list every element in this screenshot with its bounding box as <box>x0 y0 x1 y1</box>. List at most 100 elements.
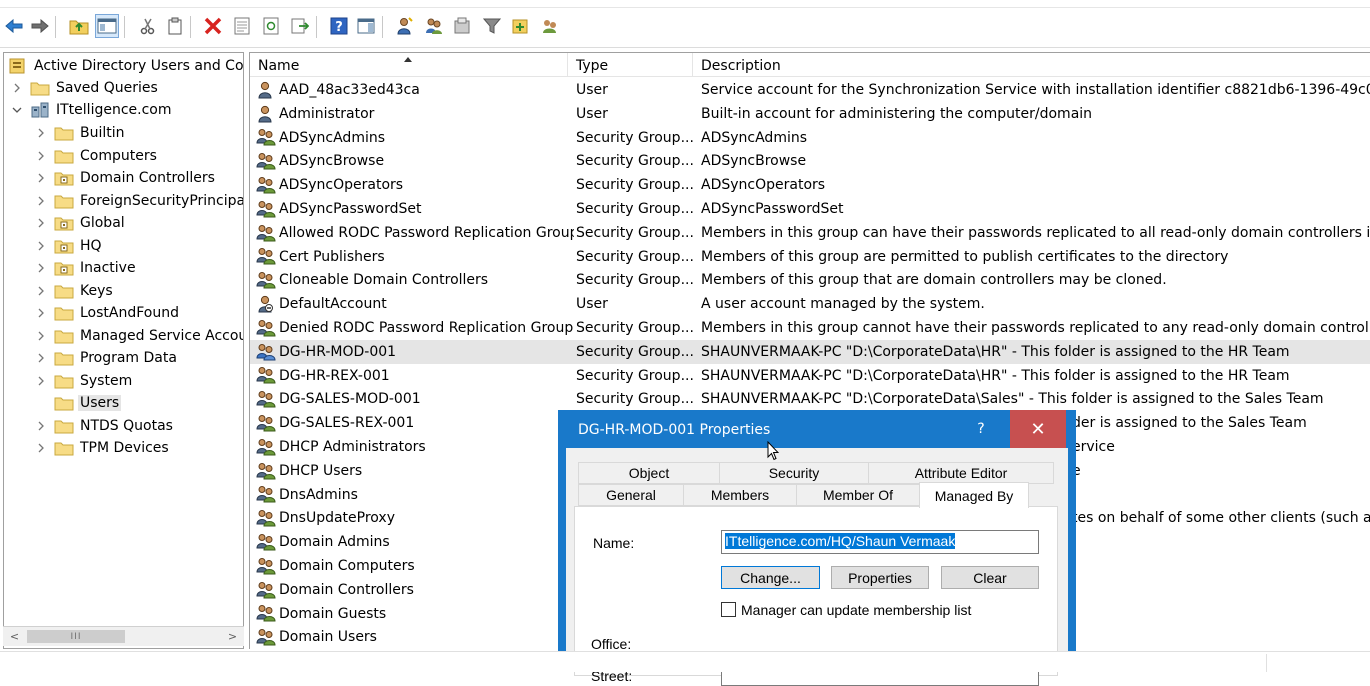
tree-item-keys[interactable]: Keys <box>34 280 243 302</box>
delete-button[interactable] <box>202 15 224 37</box>
find-button[interactable] <box>539 15 561 37</box>
chevron-right-icon[interactable] <box>34 239 48 253</box>
tree-horizontal-scrollbar[interactable]: < III > <box>3 626 244 646</box>
filter-button[interactable] <box>481 15 503 37</box>
help-button[interactable]: ? <box>952 410 1010 448</box>
delete-icon <box>204 17 222 35</box>
action-pane-button[interactable] <box>355 15 377 37</box>
tab-managed-by[interactable]: Managed By <box>919 482 1029 508</box>
chevron-right-icon[interactable] <box>10 81 24 95</box>
list-row[interactable]: AAD_48ac33ed43ca User Service account for … <box>250 78 1370 102</box>
list-row[interactable]: ADSyncAdmins Security Group... ADSyncAdmin… <box>250 126 1370 150</box>
tree-item-managed-service-accour[interactable]: Managed Service Accour <box>34 325 243 347</box>
console-tree[interactable]: Active Directory Users and Com Saved Que… <box>3 52 244 649</box>
list-row[interactable]: ADSyncOperators Security Group... ADSyncOp… <box>250 173 1370 197</box>
tree-item-builtin[interactable]: Builtin <box>34 122 243 144</box>
list-row[interactable]: DG-HR-MOD-001 Security Group... SHAUNVERMA… <box>250 339 1370 364</box>
clear-button[interactable]: Clear <box>941 566 1039 589</box>
chevron-right-icon[interactable] <box>34 171 48 185</box>
scroll-right-button[interactable]: > <box>224 628 241 645</box>
chevron-right-icon[interactable] <box>34 261 48 275</box>
tree-item-hq[interactable]: HQ <box>34 235 243 257</box>
forward-button[interactable] <box>29 15 51 37</box>
column-header-type[interactable]: Type <box>568 53 693 77</box>
tab-object[interactable]: Object <box>578 462 720 484</box>
scroll-left-button[interactable]: < <box>6 628 23 645</box>
list-row[interactable]: DG-HR-REX-001 Security Group... SHAUNVERMA… <box>250 364 1370 388</box>
security-group-icon <box>256 603 276 623</box>
properties-dialog[interactable]: DG-HR-MOD-001 Properties ? ✕ Object Secu… <box>558 410 1076 686</box>
chevron-right-icon[interactable] <box>34 351 48 365</box>
copy-button[interactable] <box>164 15 186 37</box>
tree-item-saved-queries[interactable]: Saved Queries <box>10 77 243 99</box>
new-ou-button[interactable] <box>452 15 474 37</box>
help-button[interactable]: ? <box>328 15 350 37</box>
close-button[interactable]: ✕ <box>1010 410 1066 448</box>
list-row[interactable]: DG-SALES-MOD-001 Security Group... SHAUNVE… <box>250 387 1370 411</box>
tree-item-foreignsecurityprincipals[interactable]: ForeignSecurityPrincipals <box>34 190 243 212</box>
tree-root[interactable]: Active Directory Users and Com <box>6 55 243 77</box>
properties-button[interactable] <box>231 15 253 37</box>
tab-member-of[interactable]: Member Of <box>796 484 920 506</box>
chevron-right-icon[interactable] <box>34 374 48 388</box>
export-list-button[interactable] <box>289 15 311 37</box>
chevron-right-icon[interactable] <box>34 306 48 320</box>
chevron-right-icon[interactable] <box>34 126 48 140</box>
tree-item-inactive[interactable]: Inactive <box>34 257 243 279</box>
tree-item-users[interactable]: Users <box>34 392 243 414</box>
list-row[interactable]: ADSyncPasswordSet Security Group... ADSync… <box>250 197 1370 221</box>
column-header-label: Description <box>701 58 781 74</box>
scroll-thumb[interactable]: III <box>27 630 125 643</box>
list-row[interactable]: ADSyncBrowse Security Group... ADSyncBrows… <box>250 149 1370 173</box>
up-folder-button[interactable] <box>68 15 90 37</box>
new-user-button[interactable] <box>394 15 416 37</box>
back-button[interactable] <box>3 15 25 37</box>
change-button[interactable]: Change... <box>721 566 820 589</box>
chevron-right-icon[interactable] <box>34 149 48 163</box>
show-console-tree-button[interactable] <box>95 14 119 38</box>
tree-item-global[interactable]: Global <box>34 212 243 234</box>
manager-name-field[interactable]: ITtelligence.com/HQ/Shaun Vermaak <box>721 530 1039 554</box>
chevron-down-icon[interactable] <box>10 103 24 117</box>
properties-button[interactable]: Properties <box>831 566 929 589</box>
column-header-description[interactable]: Description <box>693 53 1370 77</box>
tab-general[interactable]: General <box>578 484 684 506</box>
tab-members[interactable]: Members <box>683 484 797 506</box>
row-type: User <box>576 82 608 98</box>
list-row[interactable]: Cert Publishers Security Group... Members … <box>250 245 1370 269</box>
tree-item-ntds-quotas[interactable]: NTDS Quotas <box>34 415 243 437</box>
add-to-group-button[interactable] <box>510 15 532 37</box>
list-row[interactable]: Denied RODC Password Replication Group Se… <box>250 316 1370 340</box>
tree-item-tpm-devices[interactable]: TPM Devices <box>34 437 243 459</box>
tree-item-computers[interactable]: Computers <box>34 145 243 167</box>
tree-item-domain[interactable]: ITtelligence.com <box>10 99 243 121</box>
column-header-name[interactable]: Name <box>250 53 568 77</box>
tree-item-program-data[interactable]: Program Data <box>34 347 243 369</box>
cut-button[interactable] <box>137 15 159 37</box>
chevron-right-icon[interactable] <box>34 284 48 298</box>
row-type: Security Group... <box>576 391 694 408</box>
name-cell: Domain Controllers <box>256 578 574 602</box>
list-row[interactable]: Cloneable Domain Controllers Security Gro… <box>250 268 1370 292</box>
list-row[interactable]: Allowed RODC Password Replication Group S… <box>250 221 1370 245</box>
name-cell: Domain Users <box>256 625 574 649</box>
list-row[interactable]: DefaultAccount User A user account managed… <box>250 292 1370 316</box>
tab-security[interactable]: Security <box>719 462 869 484</box>
row-description: Members of this group are permitted to p… <box>701 248 1229 265</box>
tree-item-system[interactable]: System <box>34 370 243 392</box>
chevron-right-icon[interactable] <box>34 216 48 230</box>
chevron-right-icon[interactable] <box>34 194 48 208</box>
row-description: ADSyncBrowse <box>701 153 807 170</box>
chevron-right-icon[interactable] <box>34 441 48 455</box>
tree-item-lostandfound[interactable]: LostAndFound <box>34 302 243 324</box>
svg-text:?: ? <box>335 20 343 35</box>
refresh-button[interactable] <box>260 15 282 37</box>
tree-item-label: Inactive <box>80 260 136 276</box>
list-row[interactable]: Administrator User Built-in account for ad… <box>250 102 1370 126</box>
chevron-right-icon[interactable] <box>34 329 48 343</box>
chevron-right-icon[interactable] <box>34 419 48 433</box>
new-group-button[interactable] <box>423 15 445 37</box>
tree-item-domain-controllers[interactable]: Domain Controllers <box>34 167 243 189</box>
manager-update-checkbox[interactable] <box>721 602 736 617</box>
tab-attribute-editor[interactable]: Attribute Editor <box>868 462 1054 484</box>
